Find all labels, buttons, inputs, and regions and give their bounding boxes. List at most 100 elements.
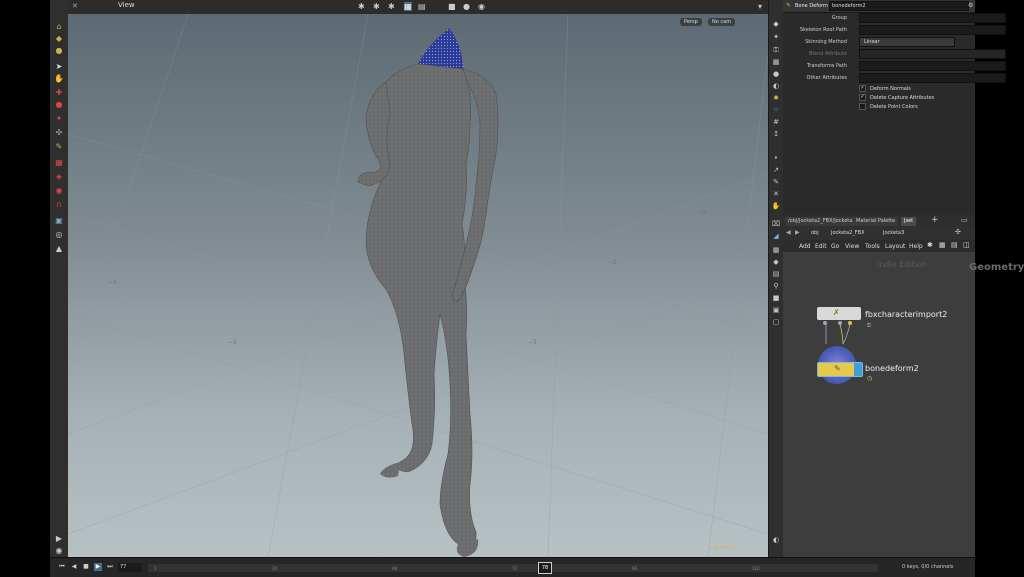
timeline-track[interactable]: 1 24 48 72 96 120 78 [148,562,878,574]
bonedeform-node[interactable]: ✎ [817,362,863,377]
wire-toggle-icon[interactable]: ✱ [373,2,380,11]
snapshot-icon[interactable]: ◫ [963,241,970,249]
snap-point-icon[interactable]: ◉ [53,186,65,196]
grid-view-icon[interactable]: ▦ [939,241,946,249]
lasso-icon[interactable]: ● [53,46,65,56]
tab-jset[interactable]: Jset [901,217,917,226]
camera-mode-dropdown[interactable]: Persp [680,18,702,26]
layout-icon[interactable]: ◐ [771,536,781,545]
list-view-icon[interactable]: ▤ [951,241,958,249]
display-options-icon[interactable]: ▤ [418,2,426,11]
menu-go[interactable]: Go [831,243,839,250]
menu-edit[interactable]: Edit [815,243,827,250]
menu-layout[interactable]: Layout [885,243,905,250]
grid-icon[interactable]: ▦ [771,246,781,255]
pose-icon[interactable]: ✣ [53,128,65,138]
fbx-output-port-3[interactable] [848,321,852,325]
path-jocketa[interactable]: Jocketa3 [883,230,904,236]
shade-toggle-icon[interactable]: ✱ [388,2,395,11]
skeleton-root-field[interactable] [859,25,1006,35]
snap-grid-icon[interactable]: ▦ [53,158,65,168]
back-icon[interactable]: ◀ [786,229,791,236]
light-bulb-icon[interactable]: ✹ [771,94,781,103]
first-frame-button[interactable]: ⏮ [58,563,66,571]
play-back-button[interactable]: ◀ [70,563,78,571]
edit-icon[interactable]: ✎ [771,178,781,187]
menu-add[interactable]: Add [799,243,811,250]
bones-icon[interactable]: ⚲ [771,282,781,291]
cross-icon[interactable]: ✕ [771,190,781,199]
fbx-output-port[interactable] [823,321,827,325]
gear-icon[interactable]: ⚙ [968,2,973,9]
delete-colors-checkbox[interactable]: Delete Point Colors [859,103,918,110]
numbers-icon[interactable]: # [771,118,781,127]
fbx-output-port-2[interactable] [838,321,842,325]
other-attributes-field[interactable] [859,73,1006,83]
path-obj[interactable]: obj [811,230,819,236]
pin-icon[interactable]: ✣ [955,228,961,236]
path-fbx[interactable]: Jocketa2_FBX [831,230,865,236]
tab-network[interactable]: /obj/Jocketa2_FBX/Jocketa3 [785,217,859,226]
menu-tools[interactable]: Tools [865,243,880,250]
camera-link-icon[interactable]: ◎ [53,230,65,240]
light-icon[interactable]: ▲ [53,244,65,254]
blend-attribute-field[interactable] [859,49,1006,59]
character-mesh[interactable] [68,14,768,557]
rotate-icon[interactable]: ● [53,100,65,110]
stop-button[interactable]: ■ [82,563,90,571]
square-icon[interactable]: ■ [771,294,781,303]
fbx-node[interactable]: ✗ [817,307,861,320]
playhead[interactable]: 78 [538,562,552,574]
view-icon[interactable]: ✋ [53,74,65,84]
transforms-path-field[interactable] [859,61,1006,71]
display-flag[interactable] [854,363,862,376]
arrow-select-icon[interactable]: ➤ [53,62,65,72]
flipbook-icon[interactable]: ▶ [53,534,65,544]
translate-icon[interactable]: ✚ [53,88,65,98]
network-editor[interactable]: Indie Edition Geometry ✗ fbxcharacterimp… [783,252,1024,557]
skinning-method-dropdown[interactable]: Linear [859,37,955,47]
deform-normals-checkbox[interactable]: ✓ Deform Normals [859,85,911,92]
group-field[interactable] [859,13,1006,23]
tab-material-palette[interactable]: Material Palette [853,217,899,226]
eye-icon[interactable]: ◉ [53,546,65,556]
select-icon[interactable]: ◆ [53,34,65,44]
home-icon[interactable]: ⌂ [53,22,65,32]
tab-menu-icon[interactable]: ▭ [961,216,968,224]
3d-viewport[interactable]: −5 −5 −5 −5 −5 Persp No cam Indie Editio… [68,14,768,557]
points-icon[interactable]: ⁘ [771,106,781,115]
pane-menu-icon[interactable]: ✕ [72,2,78,10]
frame-field[interactable]: 77 [118,563,142,572]
snap-prim-icon[interactable]: ◈ [53,172,65,182]
persp-icon[interactable]: ◢ [771,232,781,241]
normals-icon[interactable]: ↥ [771,130,781,139]
hand-icon[interactable]: ✋ [771,202,781,211]
layers-icon[interactable]: ▤ [771,270,781,279]
handle-icon[interactable]: ✎ [53,142,65,152]
render-region-icon[interactable]: ▣ [53,216,65,226]
point-display-icon[interactable]: • [771,154,781,163]
tools-icon[interactable]: ✱ [927,241,933,249]
delete-capture-checkbox[interactable]: ✓ Delete Capture Attributes [859,94,934,101]
magnet-icon[interactable]: ∩ [53,200,65,210]
ortho-icon[interactable]: ⌧ [771,220,781,229]
render-icon[interactable]: ◉ [478,2,485,11]
play-button[interactable]: ▶ [94,563,102,571]
menu-help[interactable]: Help [909,243,923,250]
scale-icon[interactable]: ✦ [53,114,65,124]
viewport-close-icon[interactable]: ▾ [758,2,762,11]
template-icon[interactable]: ◐ [771,82,781,91]
node-name-field[interactable]: bonedeform2 [829,1,969,11]
add-tab-icon[interactable]: + [931,215,939,225]
box-icon[interactable]: ▢ [771,318,781,327]
menu-view[interactable]: View [845,243,859,250]
record-icon[interactable]: ● [463,2,470,11]
frame-icon[interactable]: ▣ [771,306,781,315]
snap-toggle-icon[interactable]: ✱ [358,2,365,11]
last-frame-button[interactable]: ⏭ [106,563,114,571]
display-mode-icon[interactable]: ▦ [404,2,412,11]
camera-icon[interactable]: ■ [448,2,456,11]
forward-icon[interactable]: ▶ [795,229,800,236]
camera-dropdown[interactable]: No cam [708,18,736,26]
diamond-icon[interactable]: ◆ [771,258,781,267]
